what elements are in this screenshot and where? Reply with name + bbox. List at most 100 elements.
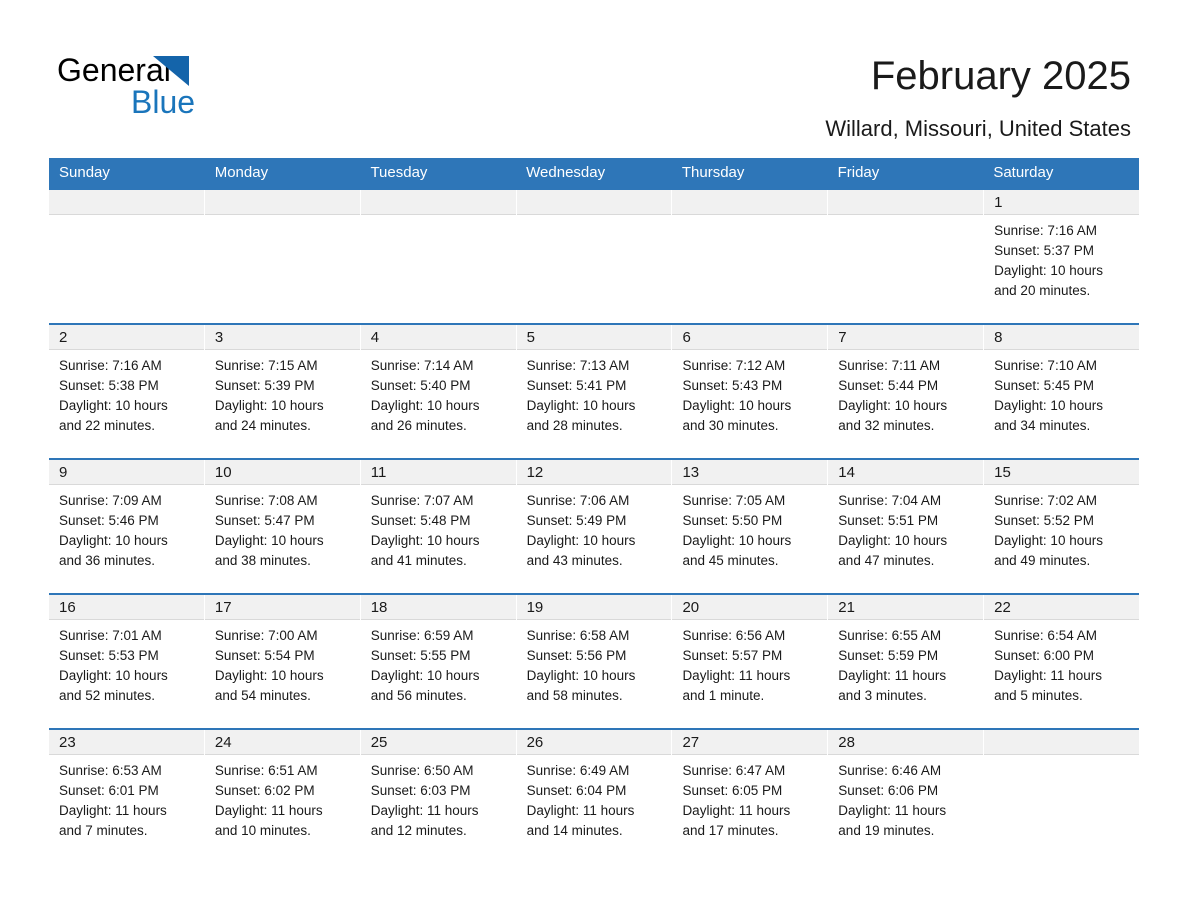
day-number-band: 14 xyxy=(828,460,984,485)
sunrise-text: Sunrise: 7:09 AM xyxy=(59,493,162,508)
day-cell[interactable]: 9 Sunrise: 7:09 AM Sunset: 5:46 PM Dayli… xyxy=(49,460,205,593)
daylight-text-line1: Daylight: 11 hours xyxy=(682,803,791,818)
daylight-text-line2: and 32 minutes. xyxy=(838,418,935,433)
generalblue-logo[interactable]: General Blue xyxy=(57,52,317,122)
day-cell[interactable] xyxy=(360,190,517,323)
sunrise-text: Sunrise: 7:06 AM xyxy=(526,493,630,508)
day-details: Sunrise: 7:06 AM Sunset: 5:49 PM Dayligh… xyxy=(517,485,672,571)
sunrise-text: Sunrise: 6:50 AM xyxy=(370,763,474,778)
day-number: 16 xyxy=(59,599,76,616)
daylight-text-line1: Daylight: 10 hours xyxy=(370,668,480,683)
day-number: 13 xyxy=(682,464,700,481)
day-number-band: 25 xyxy=(360,730,516,755)
day-cell[interactable] xyxy=(984,730,1140,863)
sunrise-text: Sunrise: 7:07 AM xyxy=(370,493,474,508)
day-cell[interactable] xyxy=(49,190,205,323)
day-cell[interactable]: 7 Sunrise: 7:11 AM Sunset: 5:44 PM Dayli… xyxy=(828,325,985,458)
day-cell[interactable]: 25 Sunrise: 6:50 AM Sunset: 6:03 PM Dayl… xyxy=(360,730,517,863)
day-number-band: 13 xyxy=(672,460,828,485)
day-cell[interactable]: 19 Sunrise: 6:58 AM Sunset: 5:56 PM Dayl… xyxy=(516,595,673,728)
day-number-band: 11 xyxy=(360,460,516,485)
day-details: Sunrise: 7:05 AM Sunset: 5:50 PM Dayligh… xyxy=(672,485,827,571)
daylight-text-line2: and 43 minutes. xyxy=(526,553,623,568)
day-cell[interactable]: 1 Sunrise: 7:16 AM Sunset: 5:37 PM Dayli… xyxy=(984,190,1140,323)
day-number: 27 xyxy=(682,734,700,751)
day-cell[interactable]: 26 Sunrise: 6:49 AM Sunset: 6:04 PM Dayl… xyxy=(516,730,673,863)
day-number-band: 6 xyxy=(672,325,828,350)
day-number-band: 3 xyxy=(204,325,360,350)
day-cell[interactable]: 13 Sunrise: 7:05 AM Sunset: 5:50 PM Dayl… xyxy=(672,460,829,593)
daylight-text-line1: Daylight: 10 hours xyxy=(838,398,948,413)
daylight-text-line1: Daylight: 10 hours xyxy=(214,398,324,413)
daylight-text-line2: and 54 minutes. xyxy=(214,688,311,703)
day-number-band: 1 xyxy=(984,190,1140,215)
weekday-header-sunday: Sunday xyxy=(59,164,110,181)
day-cell[interactable]: 16 Sunrise: 7:01 AM Sunset: 5:53 PM Dayl… xyxy=(49,595,205,728)
day-cell[interactable]: 12 Sunrise: 7:06 AM Sunset: 5:49 PM Dayl… xyxy=(516,460,673,593)
weekday-header-monday: Monday xyxy=(214,164,269,181)
daylight-text-line1: Daylight: 10 hours xyxy=(682,533,792,548)
day-cell[interactable]: 23 Sunrise: 6:53 AM Sunset: 6:01 PM Dayl… xyxy=(49,730,205,863)
day-details: Sunrise: 7:16 AM Sunset: 5:37 PM Dayligh… xyxy=(984,215,1139,301)
day-cell[interactable] xyxy=(828,190,985,323)
sunrise-text: Sunrise: 7:04 AM xyxy=(838,493,942,508)
day-number: 12 xyxy=(526,464,544,481)
daylight-text-line2: and 26 minutes. xyxy=(370,418,467,433)
daylight-text-line1: Daylight: 10 hours xyxy=(59,398,168,413)
day-cell[interactable]: 27 Sunrise: 6:47 AM Sunset: 6:05 PM Dayl… xyxy=(672,730,829,863)
sunrise-text: Sunrise: 7:08 AM xyxy=(214,493,318,508)
day-cell[interactable]: 5 Sunrise: 7:13 AM Sunset: 5:41 PM Dayli… xyxy=(516,325,673,458)
sunrise-text: Sunrise: 6:49 AM xyxy=(526,763,630,778)
day-cell[interactable] xyxy=(516,190,673,323)
day-cell[interactable]: 15 Sunrise: 7:02 AM Sunset: 5:52 PM Dayl… xyxy=(984,460,1140,593)
day-cell[interactable]: 17 Sunrise: 7:00 AM Sunset: 5:54 PM Dayl… xyxy=(204,595,361,728)
daylight-text-line2: and 47 minutes. xyxy=(838,553,935,568)
sunset-text: Sunset: 5:44 PM xyxy=(838,378,939,393)
day-cell[interactable]: 11 Sunrise: 7:07 AM Sunset: 5:48 PM Dayl… xyxy=(360,460,517,593)
day-cell[interactable]: 3 Sunrise: 7:15 AM Sunset: 5:39 PM Dayli… xyxy=(204,325,361,458)
day-details: Sunrise: 7:15 AM Sunset: 5:39 PM Dayligh… xyxy=(205,350,360,436)
sunset-text: Sunset: 6:02 PM xyxy=(214,783,315,798)
daylight-text-line1: Daylight: 11 hours xyxy=(214,803,323,818)
day-number: 11 xyxy=(370,464,387,481)
day-details: Sunrise: 6:53 AM Sunset: 6:01 PM Dayligh… xyxy=(49,755,204,841)
day-cell[interactable]: 18 Sunrise: 6:59 AM Sunset: 5:55 PM Dayl… xyxy=(360,595,517,728)
day-cell[interactable]: 14 Sunrise: 7:04 AM Sunset: 5:51 PM Dayl… xyxy=(828,460,985,593)
day-number: 10 xyxy=(214,464,232,481)
page-header: General Blue February 2025 Willard, Miss… xyxy=(0,0,1188,158)
day-number: 4 xyxy=(370,329,380,346)
day-cell[interactable]: 24 Sunrise: 6:51 AM Sunset: 6:02 PM Dayl… xyxy=(204,730,361,863)
weekday-header-friday: Friday xyxy=(837,164,880,181)
day-number: 21 xyxy=(838,599,855,616)
day-cell[interactable]: 21 Sunrise: 6:55 AM Sunset: 5:59 PM Dayl… xyxy=(828,595,985,728)
sunset-text: Sunset: 5:45 PM xyxy=(994,378,1094,393)
day-details: Sunrise: 7:12 AM Sunset: 5:43 PM Dayligh… xyxy=(672,350,827,436)
day-details: Sunrise: 6:58 AM Sunset: 5:56 PM Dayligh… xyxy=(517,620,672,706)
day-number-band: 27 xyxy=(672,730,828,755)
day-cell[interactable]: 4 Sunrise: 7:14 AM Sunset: 5:40 PM Dayli… xyxy=(360,325,517,458)
sunrise-text: Sunrise: 7:15 AM xyxy=(214,358,318,373)
day-cell[interactable]: 20 Sunrise: 6:56 AM Sunset: 5:57 PM Dayl… xyxy=(672,595,829,728)
day-cell[interactable]: 8 Sunrise: 7:10 AM Sunset: 5:45 PM Dayli… xyxy=(984,325,1140,458)
day-number: 1 xyxy=(994,194,1003,211)
day-cell[interactable] xyxy=(204,190,361,323)
day-number-band: 8 xyxy=(984,325,1140,350)
day-cell[interactable]: 2 Sunrise: 7:16 AM Sunset: 5:38 PM Dayli… xyxy=(49,325,205,458)
daylight-text-line2: and 52 minutes. xyxy=(59,688,156,703)
day-details: Sunrise: 6:59 AM Sunset: 5:55 PM Dayligh… xyxy=(361,620,516,706)
day-number: 3 xyxy=(214,329,224,346)
day-cell[interactable] xyxy=(672,190,829,323)
day-cell[interactable]: 6 Sunrise: 7:12 AM Sunset: 5:43 PM Dayli… xyxy=(672,325,829,458)
day-details: Sunrise: 6:49 AM Sunset: 6:04 PM Dayligh… xyxy=(517,755,672,841)
sunset-text: Sunset: 5:37 PM xyxy=(994,243,1094,258)
sunrise-text: Sunrise: 6:56 AM xyxy=(682,628,786,643)
day-cell[interactable]: 28 Sunrise: 6:46 AM Sunset: 6:06 PM Dayl… xyxy=(828,730,985,863)
day-cell[interactable]: 10 Sunrise: 7:08 AM Sunset: 5:47 PM Dayl… xyxy=(204,460,361,593)
sunrise-text: Sunrise: 6:51 AM xyxy=(214,763,318,778)
sunset-text: Sunset: 6:06 PM xyxy=(838,783,939,798)
day-number-band: 28 xyxy=(828,730,984,755)
day-cell[interactable]: 22 Sunrise: 6:54 AM Sunset: 6:00 PM Dayl… xyxy=(984,595,1140,728)
day-number: 14 xyxy=(838,464,855,481)
day-number: 28 xyxy=(838,734,855,751)
day-number-band: 15 xyxy=(984,460,1140,485)
